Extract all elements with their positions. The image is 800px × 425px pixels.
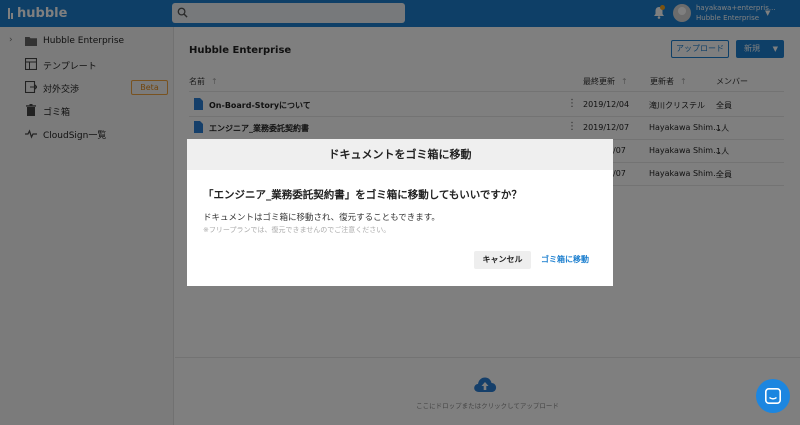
- dialog-question: 「エンジニア_業務委託契約書」をゴミ箱に移動してもいいですか？: [203, 189, 522, 201]
- move-to-trash-button[interactable]: ゴミ箱に移動: [537, 251, 593, 269]
- chat-icon: [765, 388, 781, 404]
- dialog-body: ドキュメントはゴミ箱に移動され、復元することもできます。: [203, 213, 440, 223]
- cancel-button[interactable]: キャンセル: [474, 251, 531, 269]
- dialog-title: ドキュメントをゴミ箱に移動: [187, 139, 613, 170]
- chat-launcher-button[interactable]: [756, 379, 790, 413]
- dialog-note: ※フリープランでは、復元できませんのでご注意ください。: [203, 226, 391, 234]
- move-to-trash-dialog: ドキュメントをゴミ箱に移動 「エンジニア_業務委託契約書」をゴミ箱に移動してもい…: [187, 139, 613, 286]
